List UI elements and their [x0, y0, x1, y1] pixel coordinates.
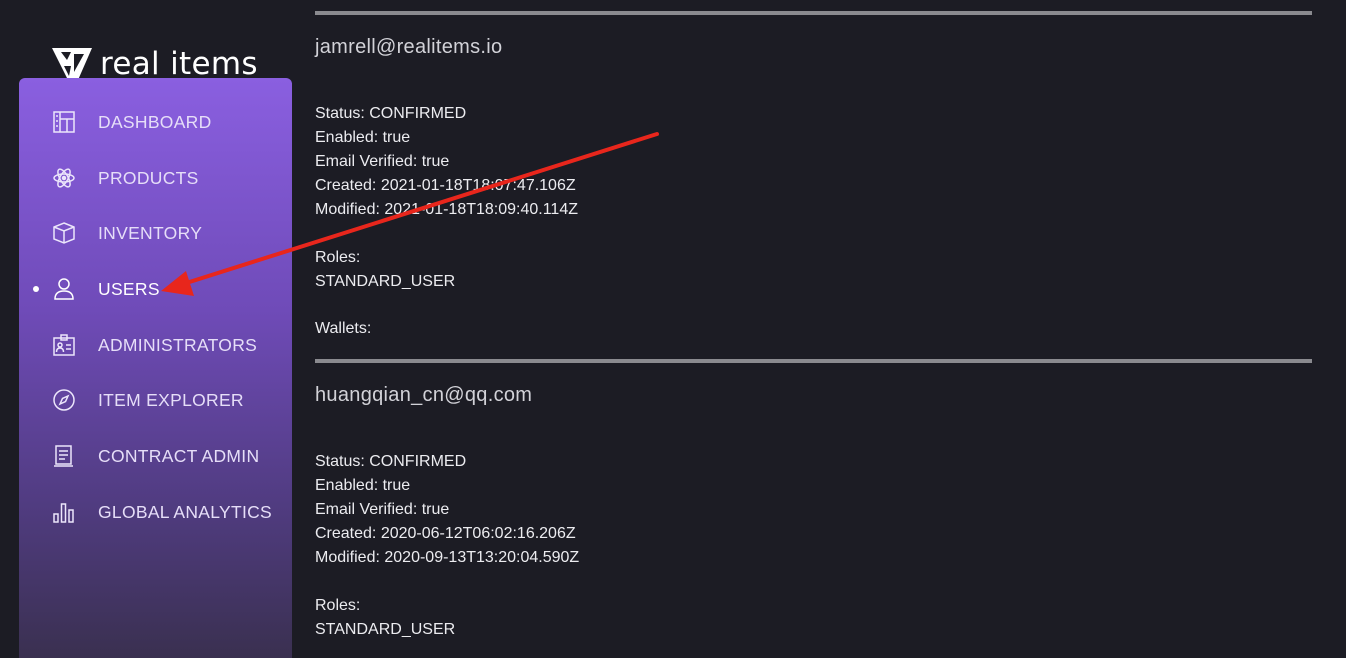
user-email-verified: Email Verified: true [315, 501, 450, 518]
sidebar-item-label: GLOBAL ANALYTICS [98, 501, 273, 522]
user-created: Created: 2021-01-18T18:07:47.106Z [315, 177, 576, 194]
sidebar-item-users[interactable]: USERS [19, 271, 292, 307]
sidebar-item-label: DASHBOARD [98, 111, 212, 132]
sidebar-item-item-explorer[interactable]: ITEM EXPLORER [19, 382, 292, 418]
user-role: STANDARD_USER [315, 273, 456, 290]
divider [315, 359, 1312, 363]
sidebar: DASHBOARD PRODUCTS INVENTORY USERS ADMIN… [19, 78, 292, 658]
user-wallets-label: Wallets: [315, 320, 372, 337]
sidebar-item-label: ADMINISTRATORS [98, 334, 258, 355]
user-roles-label: Roles: [315, 597, 361, 614]
user-email-verified: Email Verified: true [315, 153, 450, 170]
sidebar-item-label: CONTRACT ADMIN [98, 445, 260, 466]
document-icon [52, 444, 76, 468]
user-modified: Modified: 2020-09-13T13:20:04.590Z [315, 549, 580, 566]
user-modified: Modified: 2021-01-18T18:09:40.114Z [315, 201, 578, 218]
bar-chart-icon [52, 500, 76, 524]
user-icon [52, 277, 76, 301]
sidebar-item-label: PRODUCTS [98, 167, 199, 188]
divider [315, 11, 1312, 15]
user-roles-label: Roles: [315, 249, 361, 266]
sidebar-item-contract-admin[interactable]: CONTRACT ADMIN [19, 438, 292, 474]
user-email[interactable]: huangqian_cn@qq.com [315, 384, 532, 407]
brand-name: real items [100, 46, 258, 82]
box-icon [52, 221, 76, 245]
user-role: STANDARD_USER [315, 621, 456, 638]
user-enabled: Enabled: true [315, 129, 411, 146]
sidebar-item-label: ITEM EXPLORER [98, 389, 244, 410]
sidebar-item-administrators[interactable]: ADMINISTRATORS [19, 327, 292, 363]
dashboard-icon [52, 110, 76, 134]
user-enabled: Enabled: true [315, 477, 411, 494]
user-email[interactable]: jamrell@realitems.io [315, 36, 502, 59]
atom-icon [52, 166, 76, 190]
sidebar-item-products[interactable]: PRODUCTS [19, 160, 292, 196]
user-status: Status: CONFIRMED [315, 453, 467, 470]
sidebar-item-global-analytics[interactable]: GLOBAL ANALYTICS [19, 494, 292, 530]
user-status: Status: CONFIRMED [315, 105, 467, 122]
active-indicator-dot [33, 286, 39, 292]
user-created: Created: 2020-06-12T06:02:16.206Z [315, 525, 576, 542]
id-card-icon [52, 333, 76, 357]
sidebar-item-dashboard[interactable]: DASHBOARD [19, 104, 292, 140]
compass-icon [52, 388, 76, 412]
sidebar-item-label: USERS [98, 278, 160, 299]
sidebar-item-label: INVENTORY [98, 222, 203, 243]
sidebar-item-inventory[interactable]: INVENTORY [19, 215, 292, 251]
